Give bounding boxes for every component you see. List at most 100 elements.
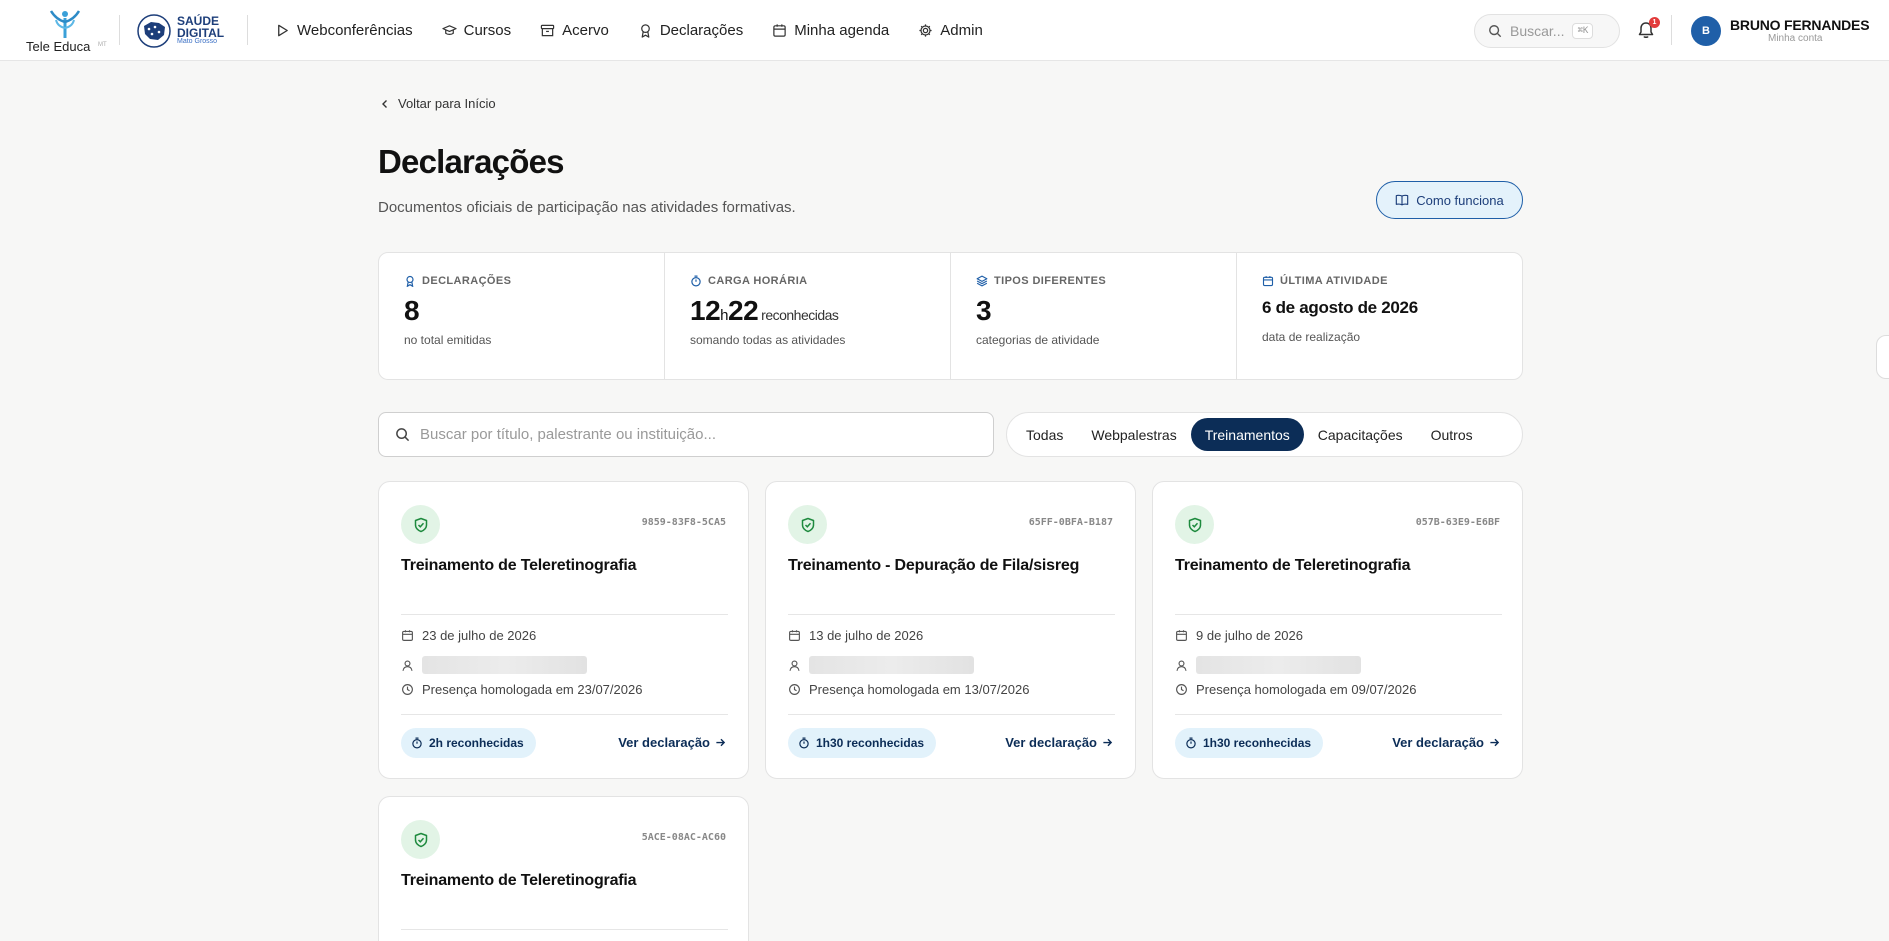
divider xyxy=(1175,714,1502,715)
nav-acervo-label: Acervo xyxy=(562,22,609,39)
hours-badge-label: 2h reconhecidas xyxy=(429,736,524,750)
calendar-icon xyxy=(1262,276,1274,287)
filter-treinamentos[interactable]: Treinamentos xyxy=(1190,418,1304,451)
graduation-cap-icon xyxy=(441,25,457,35)
declaration-title: Treinamento de Teleretinografia xyxy=(1175,557,1411,574)
declaration-presence: Presença homologada em 13/07/2026 xyxy=(809,682,1030,697)
global-search[interactable]: Buscar... ⌘K xyxy=(1474,14,1620,48)
notifications-button[interactable]: 1 xyxy=(1636,17,1660,40)
stat-carga-horaria-sub: somando todas as atividades xyxy=(690,333,846,347)
side-panel-toggle[interactable] xyxy=(1876,335,1889,379)
arrow-right-icon xyxy=(716,738,726,747)
how-it-works-button[interactable]: Como funciona xyxy=(1376,181,1523,219)
view-declaration-label: Ver declaração xyxy=(1005,735,1097,750)
stopwatch-icon xyxy=(799,737,809,749)
logo-divider xyxy=(119,15,120,45)
calendar-icon xyxy=(402,630,413,641)
nav-webconferencias[interactable]: Webconferências xyxy=(275,22,413,39)
award-icon xyxy=(640,24,650,38)
declaration-card[interactable]: 057B-63E9-E6BF Treinamento de Teleretino… xyxy=(1152,481,1523,779)
declaration-date: 9 de julho de 2026 xyxy=(1196,628,1303,643)
redacted-speaker xyxy=(809,656,974,674)
declaracoes-search xyxy=(378,412,994,457)
view-declaration-link[interactable]: Ver declaração xyxy=(618,735,726,750)
view-declaration-label: Ver declaração xyxy=(618,735,710,750)
stopwatch-icon xyxy=(1186,737,1196,749)
stopwatch-icon xyxy=(412,737,422,749)
user-avatar[interactable]: B xyxy=(1691,16,1721,46)
nav-declaracoes[interactable]: Declarações xyxy=(638,22,743,39)
user-icon xyxy=(1176,659,1187,671)
tele-educa-logo-sup: MT xyxy=(98,42,107,48)
clock-icon xyxy=(1176,684,1187,695)
tele-educa-logo[interactable]: Tele Educa MT xyxy=(26,8,108,54)
calendar-icon xyxy=(789,630,800,641)
declaration-code: 5ACE-08AC-AC60 xyxy=(641,832,726,843)
nav-divider xyxy=(247,15,248,45)
filter-todas[interactable]: Todas xyxy=(1012,418,1077,451)
nav-cursos[interactable]: Cursos xyxy=(441,22,512,39)
redacted-speaker xyxy=(422,656,587,674)
stat-declaracoes-sub: no total emitidas xyxy=(404,333,492,347)
clock-icon xyxy=(402,684,413,695)
notification-count-badge: 1 xyxy=(1649,17,1660,28)
divider xyxy=(401,614,728,615)
nav-minha-agenda[interactable]: Minha agenda xyxy=(772,22,889,39)
declaracoes-search-input[interactable] xyxy=(420,426,980,443)
stat-hours: 12 xyxy=(690,295,721,326)
stat-tipos-sub: categorias de atividade xyxy=(976,333,1100,347)
saude-digital-line3: Mato Grosso xyxy=(177,38,218,45)
stat-declaracoes: DECLARAÇÕES 8 no total emitidas xyxy=(379,253,665,379)
stat-ultima-atividade: ÚLTIMA ATIVIDADE 6 de agosto de 2026 dat… xyxy=(1237,253,1522,379)
declaration-date-row: 23 de julho de 2026 xyxy=(401,628,536,643)
hours-badge-label: 1h30 reconhecidas xyxy=(816,736,925,750)
back-link[interactable]: Voltar para Início xyxy=(380,96,496,111)
shield-check-icon xyxy=(401,820,440,859)
view-declaration-link[interactable]: Ver declaração xyxy=(1005,735,1113,750)
stat-tipos: TIPOS DIFERENTES 3 categorias de ativida… xyxy=(951,253,1237,379)
declaration-date-row: 9 de julho de 2026 xyxy=(1175,628,1303,643)
stat-hours-unit: h xyxy=(720,307,728,324)
declaration-card[interactable]: 5ACE-08AC-AC60 Treinamento de Teleretino… xyxy=(378,796,749,941)
stat-carga-horaria: CARGA HORÁRIA 12h22 reconhecidas somando … xyxy=(665,253,951,379)
search-icon xyxy=(396,428,410,442)
calendar-icon xyxy=(773,24,786,37)
back-link-label: Voltar para Início xyxy=(398,96,496,111)
stat-carga-suffix: reconhecidas xyxy=(761,307,839,323)
user-account-link[interactable]: Minha conta xyxy=(1768,33,1822,44)
stopwatch-icon xyxy=(691,275,701,287)
filter-outros[interactable]: Outros xyxy=(1417,418,1487,451)
user-name[interactable]: BRUNO FERNANDES xyxy=(1730,17,1870,33)
declaration-title: Treinamento de Teleretinografia xyxy=(401,872,637,889)
view-declaration-label: Ver declaração xyxy=(1392,735,1484,750)
declaration-card[interactable]: 65FF-0BFA-B187 Treinamento - Depuração d… xyxy=(765,481,1136,779)
shield-check-icon xyxy=(788,505,827,544)
filter-capacitacoes[interactable]: Capacitações xyxy=(1304,418,1417,451)
filter-tabs: Todas Webpalestras Treinamentos Capacita… xyxy=(1006,412,1523,457)
nav-acervo[interactable]: Acervo xyxy=(540,22,609,39)
shield-check-icon xyxy=(1175,505,1214,544)
declaration-card[interactable]: 9859-83F8-5CA5 Treinamento de Teleretino… xyxy=(378,481,749,779)
stat-minutes: 22 xyxy=(728,295,759,326)
saude-digital-logo[interactable]: SAÚDE DIGITAL Mato Grosso xyxy=(137,14,233,48)
declaration-code: 057B-63E9-E6BF xyxy=(1415,517,1500,528)
user-icon xyxy=(402,659,413,671)
divider xyxy=(401,714,728,715)
nav-minha-agenda-label: Minha agenda xyxy=(794,22,890,39)
nav-admin[interactable]: Admin xyxy=(918,22,983,39)
divider xyxy=(401,929,728,930)
filter-webpalestras[interactable]: Webpalestras xyxy=(1077,418,1190,451)
search-icon xyxy=(1489,25,1502,38)
declaration-date: 23 de julho de 2026 xyxy=(422,628,537,643)
nav-cursos-label: Cursos xyxy=(463,22,512,39)
top-navbar: Tele Educa MT SAÚDE DIGITAL Mato Grosso … xyxy=(0,0,1889,61)
user-icon xyxy=(789,659,800,671)
declaration-code: 65FF-0BFA-B187 xyxy=(1028,517,1113,528)
mato-grosso-map-icon xyxy=(137,14,171,48)
main-nav: Webconferências Cursos Acervo Declaraçõe… xyxy=(275,0,983,61)
view-declaration-link[interactable]: Ver declaração xyxy=(1392,735,1500,750)
calendar-icon xyxy=(1176,630,1187,641)
declaration-title: Treinamento - Depuração de Fila/sisreg xyxy=(788,557,1080,574)
hours-badge: 1h30 reconhecidas xyxy=(1175,728,1324,758)
how-it-works-label: Como funciona xyxy=(1416,192,1504,208)
